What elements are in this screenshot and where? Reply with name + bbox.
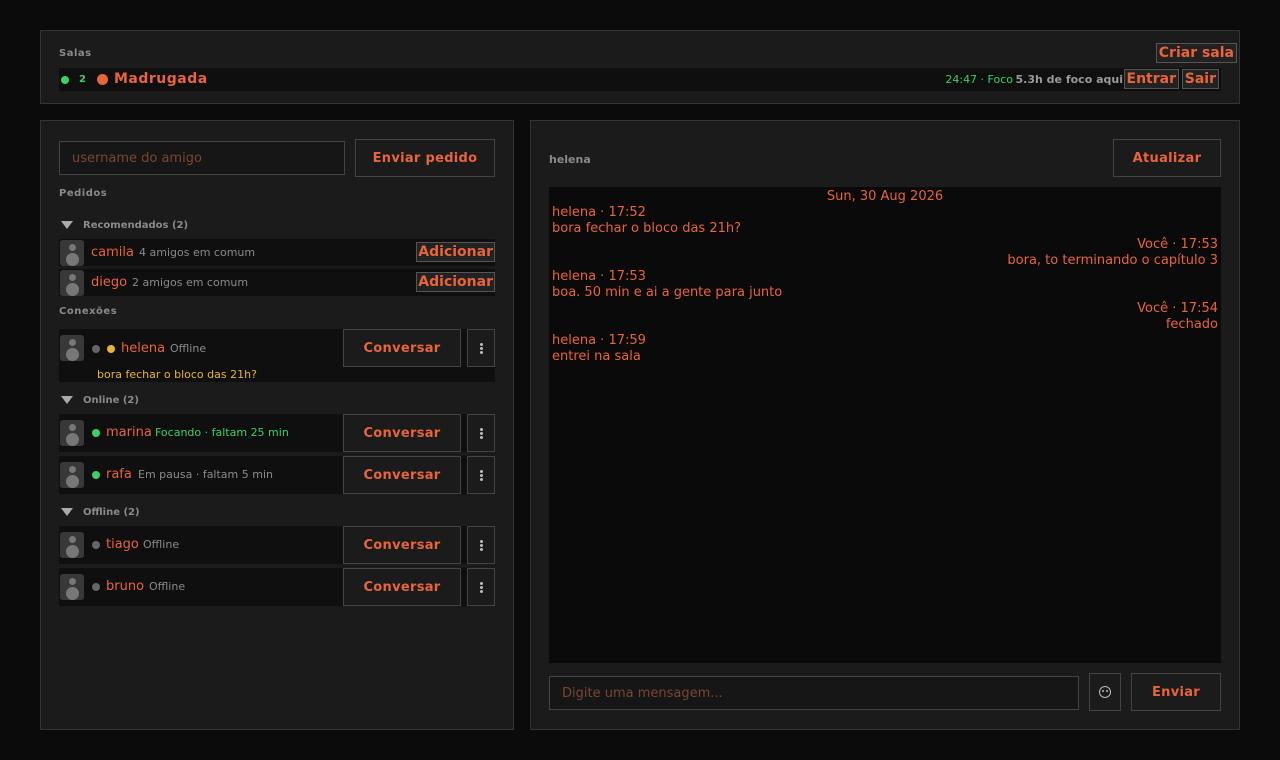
friend-status: Offline: [143, 538, 180, 551]
rooms-label: Salas: [59, 48, 92, 59]
date-separator: Sun, 30 Aug 2026: [826, 189, 944, 204]
online-group-toggle[interactable]: Online (2): [59, 395, 139, 406]
connections-title: Conexões: [59, 306, 118, 317]
send-request-button[interactable]: Enviar pedido: [355, 139, 495, 177]
room-online-count: 2: [79, 74, 86, 85]
chat-button[interactable]: Conversar: [343, 456, 461, 494]
offline-group-toggle[interactable]: Offline (2): [59, 507, 140, 518]
chat-user-name: helena: [549, 153, 591, 166]
message-text: fechado: [1165, 317, 1218, 332]
kebab-icon: [480, 428, 483, 431]
friend-status: Em pausa · faltam 5 min: [138, 468, 273, 481]
avatar: [60, 420, 84, 446]
mutual-friends: 2 amigos em comum: [132, 276, 249, 289]
more-options-button[interactable]: [467, 456, 495, 494]
message-input[interactable]: [549, 676, 1079, 710]
message-list[interactable]: Sun, 30 Aug 2026 helena · 17:52 bora fec…: [549, 187, 1221, 663]
online-status-dot: [92, 429, 100, 437]
friend-name[interactable]: camila: [91, 245, 134, 260]
friend-username-input[interactable]: [59, 141, 345, 175]
chat-button[interactable]: Conversar: [343, 526, 461, 564]
list-item: marina Focando · faltam 25 min Conversar: [59, 414, 495, 452]
list-item: rafa Em pausa · faltam 5 min Conversar: [59, 456, 495, 494]
friend-name[interactable]: bruno: [106, 579, 144, 594]
kebab-icon: [480, 343, 483, 346]
avatar: [60, 532, 84, 558]
room-row[interactable]: 2 Madrugada 24:47 · Foco 5.3h de foco aq…: [59, 68, 1221, 91]
recommended-title: Recomendados (2): [83, 220, 189, 231]
offline-title: Offline (2): [83, 507, 140, 518]
room-name: Madrugada: [114, 71, 208, 87]
collapse-triangle-icon: [61, 221, 73, 229]
message-text: boa. 50 min e ai a gente para junto: [552, 285, 783, 300]
requests-title: Pedidos: [59, 188, 108, 199]
message-header: helena · 17:52: [552, 205, 646, 220]
friend-name[interactable]: marina: [106, 425, 152, 440]
more-options-button[interactable]: [467, 329, 495, 367]
send-message-button[interactable]: Enviar: [1131, 673, 1221, 711]
message-header: Você · 17:53: [1137, 237, 1218, 252]
last-message-preview: bora fechar o bloco das 21h?: [97, 368, 257, 381]
room-timer: 24:47 · Foco: [945, 73, 1013, 86]
emoji-icon: [1099, 686, 1111, 698]
list-item: helena Offline Conversar bora fechar o b…: [59, 329, 495, 382]
avatar: [60, 335, 84, 361]
room-color-dot: [97, 74, 108, 85]
chat-button[interactable]: Conversar: [343, 568, 461, 606]
add-friend-button[interactable]: Adicionar: [416, 272, 495, 292]
friend-status: Offline: [149, 580, 186, 593]
list-item: camila 4 amigos em comum Adicionar: [59, 239, 495, 266]
online-status-dot: [61, 76, 69, 84]
friend-name[interactable]: helena: [121, 341, 165, 356]
offline-status-dot: [92, 345, 100, 353]
message-header: helena · 17:53: [552, 269, 646, 284]
room-focus-hours: 5.3h de foco aqui: [1015, 73, 1123, 86]
offline-status-dot: [92, 583, 100, 591]
chat-panel: helena Atualizar Sun, 30 Aug 2026 helena…: [530, 120, 1240, 730]
create-room-button[interactable]: Criar sala: [1155, 43, 1237, 63]
unread-dot: [107, 345, 115, 353]
collapse-triangle-icon: [61, 508, 73, 516]
message-text: bora fechar o bloco das 21h?: [552, 221, 741, 236]
friend-name[interactable]: rafa: [106, 467, 132, 482]
avatar: [60, 270, 84, 296]
collapse-triangle-icon: [61, 396, 73, 404]
add-friend-button[interactable]: Adicionar: [416, 242, 495, 262]
avatar: [60, 462, 84, 488]
message-text: entrei na sala: [552, 349, 641, 364]
message-header: helena · 17:59: [552, 333, 646, 348]
kebab-icon: [480, 540, 483, 543]
online-status-dot: [92, 471, 100, 479]
more-options-button[interactable]: [467, 568, 495, 606]
message-header: Você · 17:54: [1137, 301, 1218, 316]
friend-status: Offline: [170, 342, 207, 355]
chat-button[interactable]: Conversar: [343, 414, 461, 452]
list-item: tiago Offline Conversar: [59, 526, 495, 564]
friend-name[interactable]: tiago: [106, 537, 139, 552]
more-options-button[interactable]: [467, 526, 495, 564]
list-item: diego 2 amigos em comum Adicionar: [59, 269, 495, 296]
rooms-panel: Salas Criar sala 2 Madrugada 24:47 · Foc…: [40, 30, 1240, 104]
avatar: [60, 240, 84, 266]
emoji-button[interactable]: [1089, 673, 1121, 711]
kebab-icon: [480, 582, 483, 585]
recommended-group-toggle[interactable]: Recomendados (2): [59, 220, 188, 231]
avatar: [60, 574, 84, 600]
message-text: bora, to terminando o capítulo 3: [1007, 253, 1218, 268]
friends-panel: Enviar pedido Pedidos Recomendados (2) c…: [40, 120, 514, 730]
list-item: bruno Offline Conversar: [59, 568, 495, 606]
chat-button[interactable]: Conversar: [343, 329, 461, 367]
offline-status-dot: [92, 541, 100, 549]
enter-room-button[interactable]: Entrar: [1123, 69, 1179, 89]
kebab-icon: [480, 470, 483, 473]
online-title: Online (2): [83, 395, 139, 406]
refresh-button[interactable]: Atualizar: [1113, 139, 1221, 177]
friend-name[interactable]: diego: [91, 275, 127, 290]
friend-status: Focando · faltam 25 min: [155, 426, 289, 439]
more-options-button[interactable]: [467, 414, 495, 452]
mutual-friends: 4 amigos em comum: [139, 246, 256, 259]
leave-room-button[interactable]: Sair: [1181, 69, 1219, 89]
